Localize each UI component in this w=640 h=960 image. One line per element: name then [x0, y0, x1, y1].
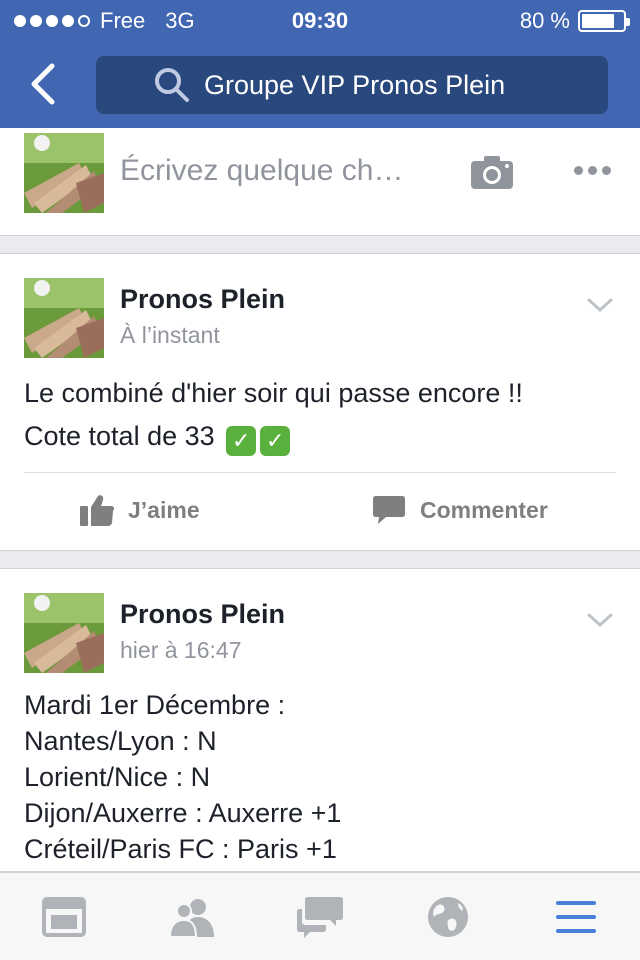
post-line: Dijon/Auxerre : Auxerre +1: [24, 798, 342, 828]
camera-icon[interactable]: [470, 154, 514, 190]
post-card: Pronos Plein À l’instant Le combiné d'hi…: [0, 253, 640, 551]
post-card: Pronos Plein hier à 16:47 Mardi 1er Déce…: [0, 568, 640, 872]
avatar[interactable]: [24, 593, 104, 673]
friends-icon[interactable]: [168, 895, 216, 939]
comment-button[interactable]: Commenter: [372, 494, 548, 526]
post-line: Lorient/Nice : N: [24, 762, 211, 792]
post-line: Mardi 1er Décembre :: [24, 690, 286, 720]
comment-label: Commenter: [420, 496, 548, 523]
post-line: Cote total de 33 ✓ ✓: [24, 415, 523, 458]
thumbs-up-icon: [80, 495, 114, 526]
chevron-down-icon[interactable]: [586, 296, 614, 314]
comment-bubble-icon: [373, 496, 405, 524]
menu-icon[interactable]: [552, 895, 600, 939]
battery-icon: [578, 10, 630, 32]
avatar: [24, 133, 104, 213]
post-timestamp[interactable]: hier à 16:47: [120, 637, 241, 664]
search-icon: [155, 68, 189, 102]
post-body: Le combiné d'hier soir qui passe encore …: [24, 372, 523, 458]
news-feed-icon[interactable]: [40, 895, 88, 939]
post-line: Nantes/Lyon : N: [24, 726, 217, 756]
post-timestamp[interactable]: À l’instant: [120, 322, 220, 349]
check-mark-emoji: ✓: [260, 426, 291, 456]
post-author[interactable]: Pronos Plein: [120, 284, 285, 315]
post-body: Mardi 1er Décembre : Nantes/Lyon : N Lor…: [24, 687, 341, 867]
battery-percent: 80 %: [519, 8, 570, 33]
status-right: 80 %: [519, 8, 630, 34]
like-label: J’aime: [128, 496, 200, 523]
post-line: Le combiné d'hier soir qui passe encore …: [24, 378, 523, 408]
chevron-down-icon[interactable]: [586, 611, 614, 629]
search-text: Groupe VIP Pronos Plein: [204, 69, 506, 100]
check-mark-emoji: ✓: [226, 426, 257, 456]
post-line-text: Cote total de 33: [24, 421, 215, 451]
back-arrow-icon[interactable]: [24, 62, 64, 106]
notifications-globe-icon[interactable]: [424, 895, 472, 939]
post-line: Créteil/Paris FC : Paris +1: [24, 834, 337, 864]
like-button[interactable]: J’aime: [80, 494, 200, 526]
more-options-icon[interactable]: [574, 166, 611, 175]
post-author[interactable]: Pronos Plein: [120, 599, 285, 630]
bottom-tab-bar: [0, 872, 640, 960]
divider: [24, 472, 616, 473]
search-bar[interactable]: Groupe VIP Pronos Plein: [96, 56, 608, 114]
composer-input[interactable]: Écrivez quelque ch…: [120, 154, 403, 188]
messages-icon[interactable]: [296, 895, 344, 939]
app-header: Free 3G 09:30 80 % Groupe VIP Pronos Ple…: [0, 0, 640, 128]
avatar[interactable]: [24, 278, 104, 358]
composer: Écrivez quelque ch…: [0, 128, 640, 236]
status-bar: Free 3G 09:30 80 %: [0, 0, 640, 40]
